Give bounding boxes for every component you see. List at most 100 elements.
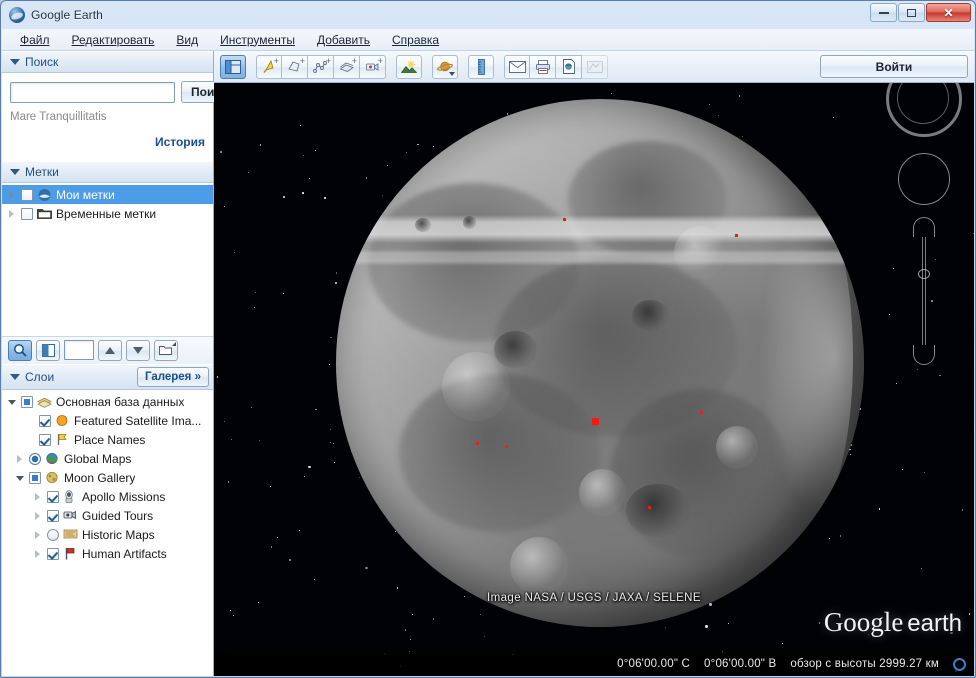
apollo-site-marker[interactable] <box>563 218 566 221</box>
apollo-site-marker[interactable] <box>476 442 479 445</box>
star <box>387 165 389 167</box>
layer-item-primary-database[interactable]: Основная база данных <box>2 393 213 412</box>
logo-earth-text: earth <box>907 610 962 637</box>
layer-item-apollo-missions[interactable]: Apollo Missions <box>2 488 213 507</box>
layer-checkbox[interactable] <box>39 434 51 446</box>
apollo-site-marker[interactable] <box>735 234 738 237</box>
record-tour-button[interactable]: + <box>360 55 386 79</box>
zoom-thumb[interactable] <box>918 269 930 279</box>
apollo-site-marker[interactable] <box>505 445 508 448</box>
layer-item-featured-satellite-images[interactable]: Featured Satellite Ima... <box>2 412 213 431</box>
scroll-map-icon <box>63 528 78 542</box>
layer-checkbox[interactable] <box>47 510 59 522</box>
toggle-sidebar-button[interactable] <box>220 55 246 79</box>
add-path-button[interactable]: + <box>308 55 334 79</box>
zoom-out-button[interactable] <box>913 345 935 365</box>
layer-checkbox[interactable] <box>21 396 33 408</box>
toolbar-group-ruler <box>468 55 494 79</box>
split-view-button[interactable] <box>36 340 60 361</box>
zoom-slider[interactable] <box>912 217 936 365</box>
gallery-button[interactable]: Галерея » <box>137 367 209 387</box>
signin-button[interactable]: Войти <box>820 55 968 78</box>
layer-item-global-maps[interactable]: Global Maps <box>2 450 213 469</box>
search-panel-header[interactable]: Поиск <box>2 51 213 73</box>
layer-item-moon-gallery[interactable]: Moon Gallery <box>2 469 213 488</box>
expand-twisty[interactable] <box>32 531 43 539</box>
layer-item-guided-tours[interactable]: Guided Tours <box>2 507 213 526</box>
save-image-button[interactable] <box>556 55 582 79</box>
layer-checkbox[interactable] <box>39 415 51 427</box>
layers-panel-header[interactable]: Слои Галерея » <box>2 364 213 390</box>
toolbar-group-share <box>504 55 608 79</box>
layers-tree: Основная база данных Featured Satellite … <box>2 390 213 564</box>
search-places-button[interactable] <box>8 340 32 361</box>
selected-placemark-marker[interactable] <box>592 418 599 425</box>
menu-help[interactable]: Справка <box>382 30 449 50</box>
star <box>329 364 330 365</box>
places-checkbox[interactable] <box>21 189 33 201</box>
sunlight-button[interactable] <box>396 55 422 79</box>
places-item-my-places[interactable]: Мои метки <box>2 185 213 204</box>
email-button[interactable] <box>504 55 530 79</box>
minimize-button[interactable] <box>870 3 897 22</box>
window-controls: ✕ <box>870 3 971 22</box>
add-image-overlay-button[interactable]: + <box>334 55 360 79</box>
layer-item-historic-maps[interactable]: Historic Maps <box>2 526 213 545</box>
switch-planet-button[interactable] <box>432 55 458 79</box>
open-folder-button[interactable] <box>154 340 178 361</box>
menu-file[interactable]: Файл <box>10 30 60 50</box>
layer-checkbox[interactable] <box>47 491 59 503</box>
layer-radio[interactable] <box>47 529 59 541</box>
expand-twisty[interactable] <box>32 550 43 558</box>
layer-radio[interactable] <box>29 453 41 465</box>
menu-view[interactable]: Вид <box>166 30 208 50</box>
menu-tools-label: Инструменты <box>220 33 295 47</box>
expand-twisty[interactable] <box>14 455 25 463</box>
zoom-track[interactable] <box>922 237 926 345</box>
star <box>464 596 465 597</box>
look-joystick[interactable] <box>898 153 950 205</box>
places-checkbox[interactable] <box>21 208 33 220</box>
menu-tools[interactable]: Инструменты <box>210 30 305 50</box>
star <box>277 537 278 538</box>
ruler-button[interactable] <box>468 55 494 79</box>
places-item-label: Мои метки <box>56 188 115 202</box>
history-link[interactable]: История <box>155 135 205 149</box>
menu-edit[interactable]: Редактировать <box>62 30 165 50</box>
layer-checkbox[interactable] <box>29 472 41 484</box>
dropdown-flag-icon <box>172 342 176 346</box>
add-placemark-button[interactable]: + <box>256 55 282 79</box>
places-panel-header[interactable]: Метки <box>2 161 213 183</box>
print-button[interactable] <box>530 55 556 79</box>
layer-item-human-artifacts[interactable]: Human Artifacts <box>2 545 213 564</box>
apollo-site-marker[interactable] <box>700 411 703 414</box>
opacity-field[interactable] <box>64 340 94 360</box>
star <box>665 627 666 628</box>
chevron-down-icon <box>10 59 20 65</box>
star <box>412 614 413 615</box>
places-panel-title: Метки <box>25 165 59 179</box>
search-input[interactable] <box>10 82 175 103</box>
expand-twisty[interactable] <box>6 210 17 218</box>
move-up-button[interactable] <box>98 340 122 361</box>
printer-icon <box>535 60 551 74</box>
apollo-site-marker[interactable] <box>648 506 651 509</box>
moon-globe[interactable] <box>336 99 864 627</box>
layer-checkbox[interactable] <box>47 548 59 560</box>
maximize-button[interactable] <box>898 3 925 22</box>
places-item-temporary-places[interactable]: Временные метки <box>2 204 213 223</box>
collapse-twisty[interactable] <box>6 400 17 405</box>
collapse-twisty[interactable] <box>14 476 25 481</box>
crater <box>494 331 536 368</box>
move-down-button[interactable] <box>126 340 150 361</box>
expand-twisty[interactable] <box>6 191 17 199</box>
3d-viewport[interactable]: Image NASA / USGS / JAXA / SELENE Google… <box>214 51 974 676</box>
menu-add[interactable]: Добавить <box>307 30 380 50</box>
expand-twisty[interactable] <box>32 493 43 501</box>
add-polygon-button[interactable]: + <box>282 55 308 79</box>
close-button[interactable]: ✕ <box>926 3 971 22</box>
layer-item-place-names[interactable]: Place Names <box>2 431 213 450</box>
expand-twisty[interactable] <box>32 512 43 520</box>
zoom-in-button[interactable] <box>913 217 935 237</box>
plus-badge-icon: + <box>326 57 331 66</box>
